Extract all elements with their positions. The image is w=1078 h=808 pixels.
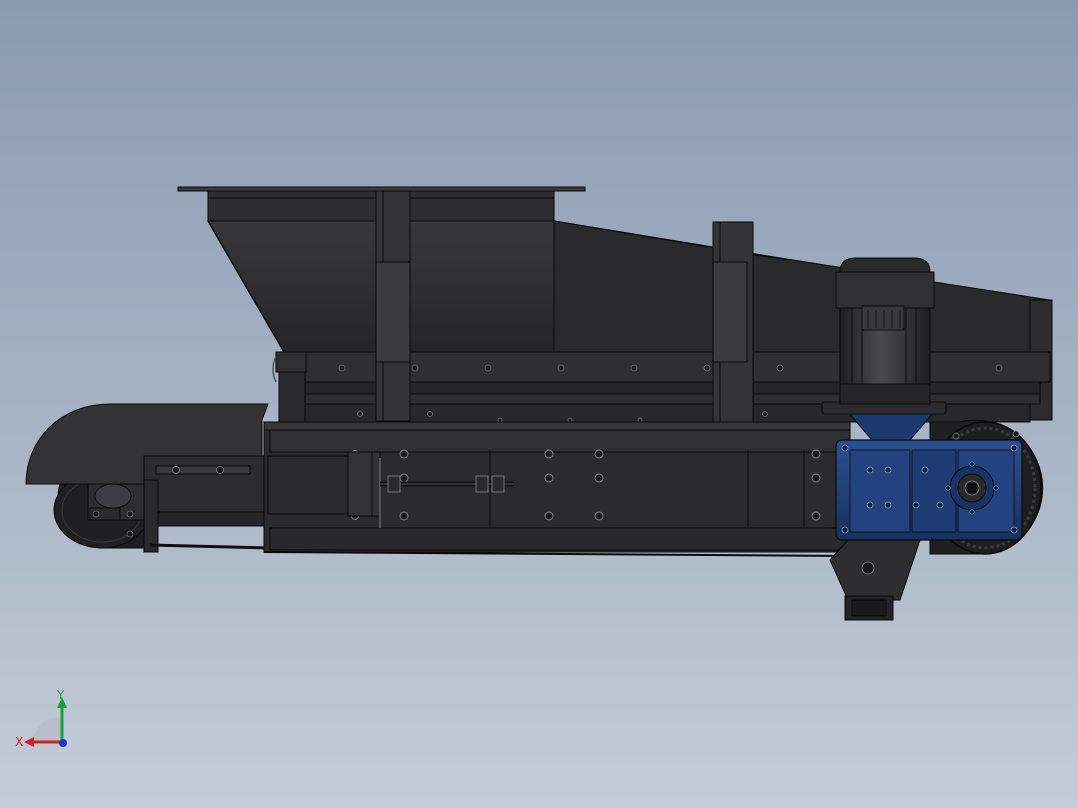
model-viewport[interactable] (0, 0, 1078, 808)
y-axis-label: Y (56, 688, 65, 702)
drive-bracket[interactable] (829, 539, 921, 621)
gearbox[interactable] (835, 439, 1023, 541)
belt-feeder-model[interactable] (0, 0, 1078, 808)
coordinate-triad: Y X (10, 684, 80, 754)
guide-cylinder (272, 351, 307, 425)
tail-frame[interactable] (143, 455, 269, 553)
support-post-left[interactable] (375, 190, 411, 422)
z-axis-dot (59, 739, 67, 747)
triad-plane (32, 717, 62, 742)
support-post-right[interactable] (712, 221, 754, 423)
x-axis-label: X (15, 735, 23, 749)
axis-triad-graphic: Y X (15, 688, 67, 749)
electric-motor[interactable] (821, 257, 947, 441)
